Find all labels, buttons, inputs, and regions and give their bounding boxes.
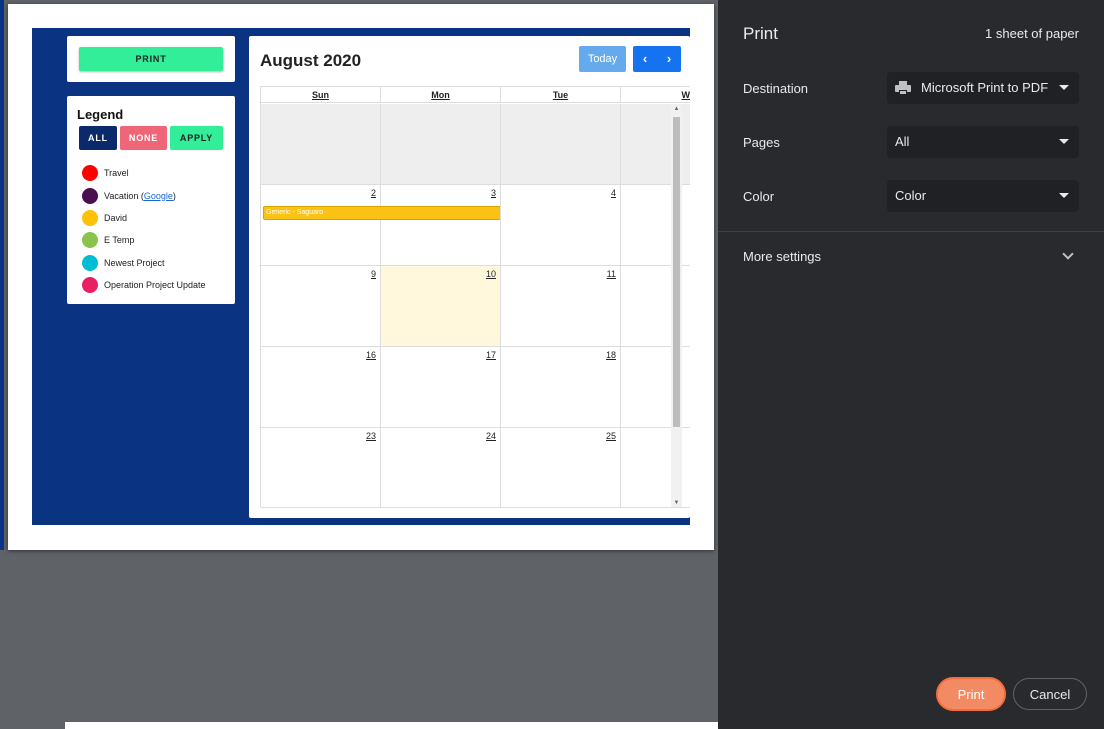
color-select[interactable]: Color — [887, 180, 1079, 212]
day-number[interactable]: 11 — [607, 269, 616, 279]
legend-item-vacation[interactable]: Vacation (Google) — [82, 184, 206, 206]
legend-item-label: Newest Project — [104, 257, 165, 268]
day-cell[interactable]: 17 — [381, 347, 501, 428]
chevron-down-icon[interactable] — [1062, 248, 1074, 260]
day-cell[interactable] — [501, 104, 621, 185]
legend-dot-icon — [82, 232, 98, 249]
month-grid: Sun Mon Tue W 2 Generic - Saguaro 3 4 9 … — [260, 86, 690, 508]
day-number[interactable]: 4 — [611, 188, 616, 198]
caret-down-icon — [1059, 139, 1069, 144]
legend-item-newest-project[interactable]: Newest Project — [82, 252, 206, 274]
more-settings-toggle[interactable]: More settings — [743, 249, 821, 264]
day-number[interactable]: 17 — [486, 350, 496, 360]
legend-item-operation-project-update[interactable]: Operation Project Update — [82, 274, 206, 296]
caret-down-icon — [1059, 193, 1069, 198]
day-cell[interactable]: 2 Generic - Saguaro — [261, 185, 501, 266]
day-cell[interactable]: 4 — [501, 185, 621, 266]
day-number[interactable]: 18 — [606, 350, 616, 360]
calendar-title: August 2020 — [260, 51, 362, 70]
day-cell-today[interactable]: 10 — [381, 266, 501, 347]
legend-item-label: Travel — [104, 168, 129, 179]
cancel-button[interactable]: Cancel — [1013, 678, 1087, 710]
legend-none-button[interactable]: NONE — [120, 126, 167, 150]
legend-item-suffix: ) — [172, 190, 176, 201]
weekday-wed[interactable]: W — [621, 87, 691, 103]
scroll-up-icon[interactable]: ▲ — [671, 106, 682, 112]
legend-all-button[interactable]: ALL — [79, 126, 117, 150]
print-preview-page: PRINT Legend ALL NONE APPLY Travel Vacat… — [8, 4, 714, 550]
scrollbar-thumb[interactable] — [673, 117, 680, 427]
day-cell[interactable]: 3 — [381, 185, 501, 266]
color-label: Color — [743, 189, 775, 204]
day-cell[interactable]: 25 — [501, 428, 621, 508]
day-cell[interactable]: 24 — [381, 428, 501, 508]
day-number[interactable]: 24 — [486, 431, 496, 441]
sheet-count: 1 sheet of paper — [985, 26, 1079, 41]
day-cell[interactable] — [381, 104, 501, 185]
pages-value: All — [895, 134, 910, 149]
divider — [718, 231, 1104, 232]
weekday-mon[interactable]: Mon — [381, 87, 501, 103]
legend-card: Legend ALL NONE APPLY Travel Vacation (G… — [67, 96, 235, 304]
destination-label: Destination — [743, 81, 809, 96]
legend-list: Travel Vacation (Google) David E Temp Ne… — [82, 162, 206, 296]
weekday-sun[interactable]: Sun — [261, 87, 381, 103]
legend-dot-icon — [82, 209, 98, 226]
day-cell[interactable]: 18 — [501, 347, 621, 428]
panel-title: Print — [743, 24, 778, 43]
day-number[interactable]: 25 — [606, 431, 616, 441]
weekday-header: Sun Mon Tue W — [261, 87, 690, 103]
day-cell[interactable]: 23 — [261, 428, 381, 508]
print-button[interactable]: Print — [936, 677, 1006, 711]
pages-label: Pages — [743, 135, 780, 150]
legend-item-label: Operation Project Update — [104, 280, 206, 291]
legend-apply-button[interactable]: APPLY — [170, 126, 223, 150]
day-cell[interactable]: 16 — [261, 347, 381, 428]
legend-item-label: Vacation ( — [104, 190, 144, 201]
legend-item-label: David — [104, 212, 128, 223]
day-cell[interactable] — [261, 104, 381, 185]
chevron-left-icon: ‹ — [642, 51, 648, 66]
prev-month-button[interactable]: ‹ — [633, 46, 657, 72]
weekday-tue[interactable]: Tue — [501, 87, 621, 103]
day-number[interactable]: 23 — [366, 431, 376, 441]
destination-select[interactable]: Microsoft Print to PDF — [887, 72, 1079, 104]
calendar-scrollbar[interactable]: ▲ ▼ — [671, 105, 682, 507]
legend-item-label: E Temp — [104, 235, 135, 246]
legend-item-travel[interactable]: Travel — [82, 162, 206, 184]
google-link[interactable]: Google — [144, 191, 173, 201]
day-cell[interactable]: 11 — [501, 266, 621, 347]
legend-item-david[interactable]: David — [82, 207, 206, 229]
pages-select[interactable]: All — [887, 126, 1079, 158]
day-cell[interactable]: 9 — [261, 266, 381, 347]
destination-value: Microsoft Print to PDF — [921, 80, 1049, 95]
print-card: PRINT — [67, 36, 235, 82]
today-button[interactable]: Today — [579, 46, 626, 72]
calendar-print-button[interactable]: PRINT — [79, 47, 223, 71]
legend-title: Legend — [77, 107, 124, 122]
print-settings-panel: Print 1 sheet of paper Destination Micro… — [718, 0, 1104, 729]
day-number[interactable]: 2 — [371, 188, 376, 198]
legend-dot-icon — [82, 165, 98, 182]
day-number[interactable]: 10 — [486, 269, 496, 279]
legend-dot-icon — [82, 254, 98, 271]
calendar-card: August 2020 Today ‹ › Sun Mon Tue W 2 Ge… — [249, 36, 690, 518]
scroll-down-icon[interactable]: ▼ — [671, 500, 682, 506]
next-month-button[interactable]: › — [657, 46, 681, 72]
legend-dot-icon — [82, 187, 98, 204]
day-number[interactable]: 16 — [366, 350, 376, 360]
legend-item-e-temp[interactable]: E Temp — [82, 229, 206, 251]
color-value: Color — [895, 188, 927, 203]
caret-down-icon — [1059, 85, 1069, 90]
printer-icon — [895, 80, 911, 95]
calendar-page-background: PRINT Legend ALL NONE APPLY Travel Vacat… — [32, 28, 690, 525]
day-number[interactable]: 3 — [491, 188, 496, 198]
day-number[interactable]: 9 — [371, 269, 376, 279]
legend-dot-icon — [82, 277, 98, 294]
preview-backdrop — [0, 550, 718, 729]
chevron-right-icon: › — [666, 51, 672, 66]
background-app-strip — [65, 722, 718, 729]
